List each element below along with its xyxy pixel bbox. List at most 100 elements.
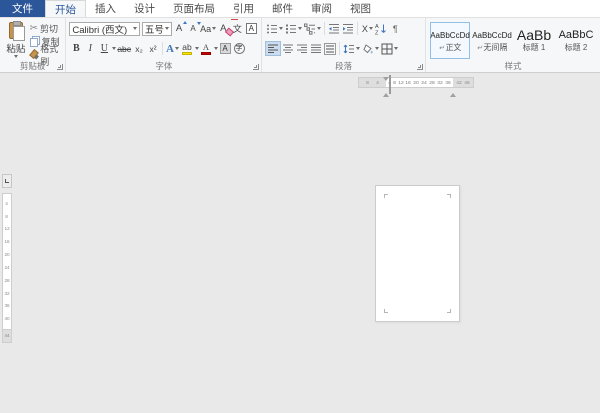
clear-formatting-button[interactable]: A <box>216 21 230 36</box>
hanging-indent-marker[interactable] <box>383 76 391 94</box>
superscript-button[interactable]: x² <box>146 41 160 56</box>
format-painter-button[interactable]: 格式刷 <box>30 48 64 61</box>
tab-insert[interactable]: 插入 <box>86 0 125 17</box>
crop-mark-top-right <box>447 194 451 198</box>
style-normal[interactable]: AaBbCcDd ↵正文 <box>430 22 470 59</box>
borders-button[interactable] <box>380 41 399 56</box>
font-color-bar <box>201 52 211 55</box>
bullets-button[interactable] <box>265 21 284 36</box>
font-name-dropdown-icon[interactable] <box>133 27 137 30</box>
shrink-font-icon: A <box>190 24 195 33</box>
underline-icon: U <box>101 43 108 54</box>
character-border-button[interactable]: A <box>244 21 258 36</box>
clipboard-dialog-launcher-icon[interactable] <box>57 64 63 70</box>
bold-button[interactable]: B <box>69 41 83 56</box>
brush-icon <box>30 49 39 60</box>
show-hide-marks-button[interactable]: ¶ <box>388 21 402 36</box>
tab-file[interactable]: 文件 <box>0 0 45 17</box>
text-effects-button[interactable]: A <box>165 41 180 56</box>
ribbon: 粘贴 ✂ 剪切 复制 格式刷 <box>0 18 600 73</box>
font-name-combo[interactable]: Calibri (西文) <box>69 22 139 36</box>
increase-indent-button[interactable] <box>341 21 355 36</box>
character-shading-icon: A <box>220 43 231 54</box>
ruler-tick-label: 28 <box>4 278 9 283</box>
grow-font-button[interactable]: A <box>172 21 186 36</box>
tab-mailings[interactable]: 邮件 <box>263 0 302 17</box>
ruler-tick-label: 28 <box>430 80 436 85</box>
ruler-tick-label: 8 <box>393 80 396 85</box>
pilcrow-icon: ¶ <box>393 24 398 34</box>
vertical-ruler-active: 481216202428323640 <box>2 193 12 329</box>
text-effects-icon: A <box>166 43 174 55</box>
style-heading-1[interactable]: AaBb 标题 1 <box>514 22 554 59</box>
ruler-tick-label: 8 <box>6 214 9 219</box>
tab-selector-button[interactable] <box>2 174 12 188</box>
increase-indent-icon <box>342 23 354 35</box>
grow-font-icon: A <box>176 23 182 34</box>
paste-button[interactable]: 粘贴 <box>2 20 30 60</box>
line-spacing-button[interactable] <box>342 41 361 56</box>
clear-formatting-icon: A <box>220 23 226 34</box>
change-case-icon: Aa <box>200 24 211 34</box>
numbering-icon <box>285 23 297 35</box>
font-size-combo[interactable]: 五号 <box>142 22 172 36</box>
enclose-characters-icon: 字 <box>234 43 245 54</box>
borders-dropdown-icon <box>394 47 398 50</box>
distribute-text-button[interactable] <box>323 41 337 56</box>
align-center-button[interactable] <box>281 41 295 56</box>
style-heading-2[interactable]: AaBbC 标题 2 <box>556 22 596 59</box>
tab-design[interactable]: 设计 <box>125 0 164 17</box>
tab-view[interactable]: 视图 <box>341 0 380 17</box>
tab-page-layout[interactable]: 页面布局 <box>164 0 224 17</box>
font-size-dropdown-icon[interactable] <box>165 27 169 30</box>
align-right-button[interactable] <box>295 41 309 56</box>
horizontal-ruler[interactable]: 84 4812162024283236 4246 <box>358 77 474 88</box>
font-group-label: 字体 <box>66 61 261 72</box>
tab-review[interactable]: 审阅 <box>302 0 341 17</box>
change-case-button[interactable]: Aa <box>200 21 216 36</box>
align-left-button[interactable] <box>265 41 281 56</box>
word-window: 文件 开始 插入 设计 页面布局 引用 邮件 审阅 视图 粘贴 ✂ 剪切 <box>0 0 600 413</box>
right-indent-marker[interactable] <box>450 76 456 94</box>
sort-button[interactable]: A Z <box>374 21 388 36</box>
subscript-button[interactable]: x₂ <box>132 41 146 56</box>
character-shading-button[interactable]: A <box>218 41 232 56</box>
justify-button[interactable] <box>309 41 323 56</box>
shading-button[interactable] <box>361 41 380 56</box>
tab-stop-icon <box>5 179 9 183</box>
underline-button[interactable]: U <box>97 41 111 56</box>
font-color-button[interactable]: A <box>199 42 213 55</box>
align-right-icon <box>296 43 308 55</box>
paragraph-dialog-launcher-icon[interactable] <box>417 64 423 70</box>
ruler-tick-label: 46 <box>465 80 471 85</box>
align-left-icon <box>267 43 279 55</box>
font-dialog-launcher-icon[interactable] <box>253 64 259 70</box>
strikethrough-button[interactable]: abc <box>116 41 132 56</box>
document-workspace[interactable]: 84 4812162024283236 4246 481216202428323… <box>0 73 600 412</box>
numbering-button[interactable] <box>284 21 303 36</box>
distribute-text-icon <box>324 43 336 55</box>
enclose-characters-button[interactable]: 字 <box>232 41 246 56</box>
bullets-icon <box>266 23 278 35</box>
vertical-ruler[interactable]: 481216202428323640 44 <box>2 174 12 343</box>
paste-dropdown-icon[interactable] <box>14 55 18 58</box>
multilevel-list-button[interactable] <box>303 21 322 36</box>
tab-home[interactable]: 开始 <box>45 0 86 17</box>
line-spacing-icon <box>343 43 355 55</box>
document-page[interactable] <box>375 185 460 322</box>
decrease-indent-button[interactable] <box>327 21 341 36</box>
copy-icon <box>30 36 40 47</box>
phonetic-guide-button[interactable]: 文 <box>230 21 244 36</box>
style-preview: AaBbC <box>559 28 594 43</box>
text-effects-dropdown-icon <box>175 47 179 50</box>
ruler-tick-label: 42 <box>456 80 462 85</box>
cut-button[interactable]: ✂ 剪切 <box>30 22 64 35</box>
asian-layout-button[interactable]: X <box>360 21 374 36</box>
text-highlight-button[interactable]: ab <box>180 42 194 55</box>
style-no-spacing[interactable]: AaBbCcDd ↵无间隔 <box>472 22 512 59</box>
tab-references[interactable]: 引用 <box>224 0 263 17</box>
italic-button[interactable]: I <box>83 41 97 56</box>
style-preview: AaBbCcDd <box>472 28 512 43</box>
highlight-icon: ab <box>182 43 191 51</box>
shrink-font-button[interactable]: A <box>186 21 200 36</box>
